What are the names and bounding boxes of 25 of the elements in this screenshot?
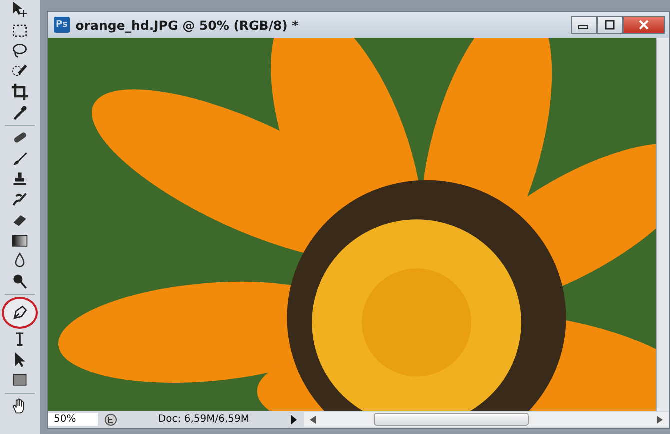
zoom-field[interactable]: 50% [48, 413, 98, 426]
scroll-right-icon[interactable] [657, 416, 663, 424]
restore-button[interactable] [597, 16, 623, 34]
stamp-tool-icon [11, 170, 29, 188]
minimize-button[interactable] [571, 16, 597, 34]
document-size: Doc: 6,59M/6,59M [157, 414, 251, 425]
close-icon [638, 20, 650, 30]
vertical-scrollbar[interactable] [656, 38, 669, 411]
horizontal-scrollbar[interactable] [304, 412, 669, 427]
restore-icon [604, 20, 616, 30]
move-tool-icon [11, 1, 29, 20]
scroll-left-icon[interactable] [310, 416, 316, 424]
brush-tool-icon [11, 150, 29, 168]
dodge-tool-icon [11, 272, 29, 291]
close-button[interactable] [623, 16, 665, 34]
status-icon[interactable] [104, 412, 118, 426]
app-badge: Ps [54, 17, 70, 33]
crop-tool-icon [11, 83, 29, 102]
lasso-tool-icon [11, 42, 29, 60]
window-title: orange_hd.JPG @ 50% (RGB/8) * [76, 18, 300, 32]
scroll-thumb[interactable] [374, 413, 529, 426]
eyedropper-tool-icon [11, 104, 29, 122]
play-arrow-icon[interactable] [290, 414, 298, 424]
tool-button[interactable] [2, 297, 38, 329]
pen-tool-icon [11, 304, 29, 322]
